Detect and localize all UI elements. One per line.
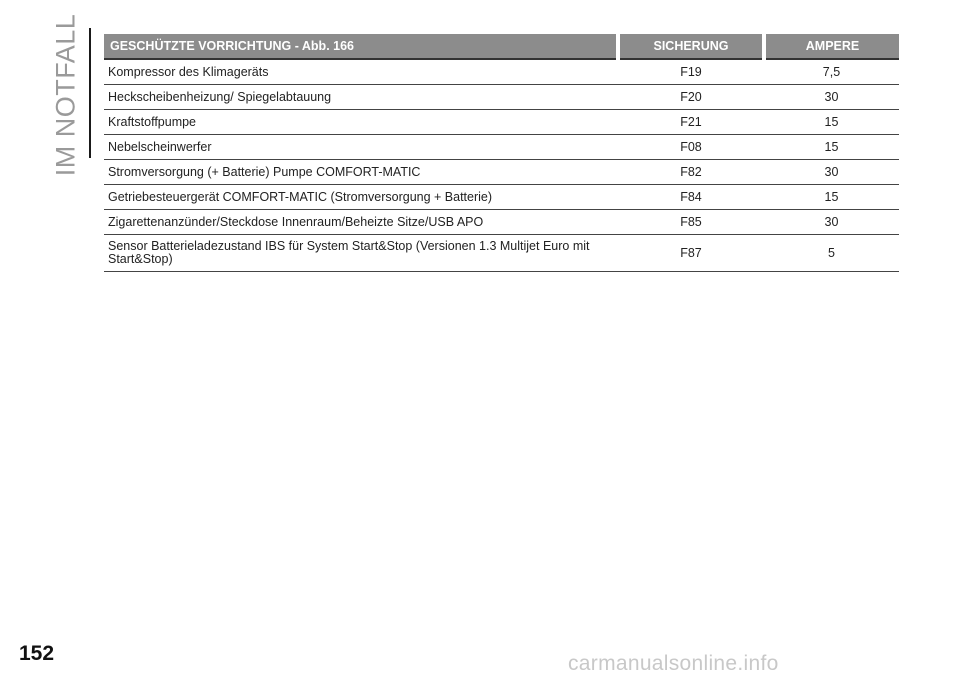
- cell-device: Kraftstoffpumpe: [104, 109, 618, 135]
- cell-fuse: F19: [618, 58, 764, 85]
- table-row: Stromversorgung (+ Batterie) Pumpe COMFO…: [104, 159, 899, 185]
- table-row: Getriebesteuergerät COMFORT-MATIC (Strom…: [104, 184, 899, 210]
- cell-ampere: 30: [764, 84, 899, 110]
- cell-ampere: 5: [764, 234, 899, 272]
- page-number: 152: [19, 642, 55, 665]
- cell-fuse: F85: [618, 209, 764, 235]
- cell-device: Zigarettenanzünder/Steckdose Innenraum/B…: [104, 209, 618, 235]
- cell-device: Heckscheibenheizung/ Spiegelabtauung: [104, 84, 618, 110]
- table-row: Nebelscheinwerfer F08 15: [104, 134, 899, 160]
- cell-device: Stromversorgung (+ Batterie) Pumpe COMFO…: [104, 159, 618, 185]
- cell-ampere: 15: [764, 184, 899, 210]
- cell-fuse: F82: [618, 159, 764, 185]
- cell-ampere: 15: [764, 134, 899, 160]
- cell-fuse: F84: [618, 184, 764, 210]
- cell-ampere: 15: [764, 109, 899, 135]
- fuse-table: GESCHÜTZTE VORRICHTUNG - Abb. 166 SICHER…: [104, 34, 899, 272]
- cell-ampere: 30: [764, 209, 899, 235]
- cell-device: Getriebesteuergerät COMFORT-MATIC (Strom…: [104, 184, 618, 210]
- fuse-table-header: GESCHÜTZTE VORRICHTUNG - Abb. 166 SICHER…: [104, 34, 899, 59]
- section-divider: [89, 28, 91, 158]
- section-title-vertical: IM NOTFALL: [46, 14, 86, 177]
- table-row: Kraftstoffpumpe F21 15: [104, 109, 899, 135]
- cell-device: Kompressor des Klimageräts: [104, 58, 618, 85]
- cell-ampere: 30: [764, 159, 899, 185]
- header-fuse: SICHERUNG: [618, 34, 766, 59]
- header-protected-device: GESCHÜTZTE VORRICHTUNG - Abb. 166: [104, 34, 620, 59]
- cell-fuse: F08: [618, 134, 764, 160]
- cell-fuse: F21: [618, 109, 764, 135]
- cell-fuse: F20: [618, 84, 764, 110]
- table-row: Sensor Batterieladezustand IBS für Syste…: [104, 234, 899, 272]
- cell-ampere: 7,5: [764, 58, 899, 85]
- cell-fuse: F87: [618, 234, 764, 272]
- table-row: Heckscheibenheizung/ Spiegelabtauung F20…: [104, 84, 899, 110]
- watermark: carmanualsonline.info: [568, 652, 779, 675]
- cell-device: Nebelscheinwerfer: [104, 134, 618, 160]
- table-row: Zigarettenanzünder/Steckdose Innenraum/B…: [104, 209, 899, 235]
- fuse-table-body: Kompressor des Klimageräts F19 7,5 Hecks…: [104, 58, 899, 272]
- header-ampere: AMPERE: [764, 34, 899, 59]
- section-title-text: IM NOTFALL: [50, 13, 81, 177]
- table-row: Kompressor des Klimageräts F19 7,5: [104, 58, 899, 85]
- cell-device: Sensor Batterieladezustand IBS für Syste…: [104, 234, 618, 272]
